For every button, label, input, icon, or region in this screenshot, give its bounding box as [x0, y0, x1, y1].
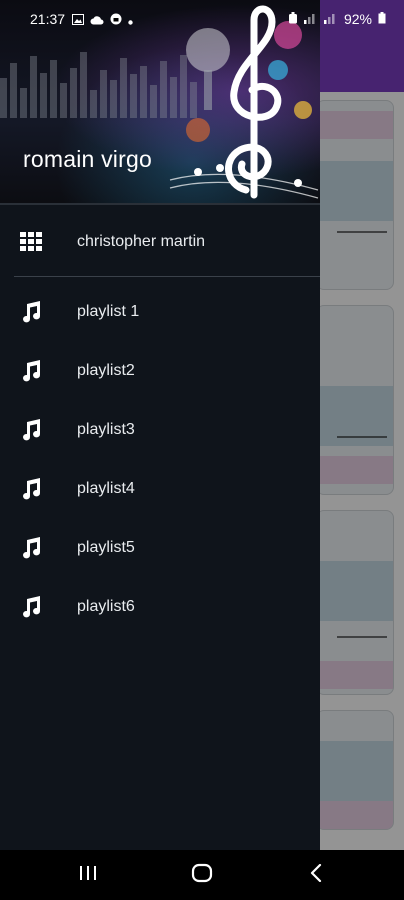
back-button[interactable] — [302, 862, 330, 888]
status-notification-icons — [72, 12, 133, 28]
status-bar: 21:37 92% — [0, 0, 404, 40]
battery-text: 92% — [343, 11, 372, 27]
menu-item-label: playlist5 — [77, 539, 135, 556]
music-note-icon — [19, 300, 43, 324]
music-note-icon — [19, 418, 43, 442]
menu-item-playlist-6[interactable]: playlist6 — [0, 579, 320, 635]
status-time: 21:37 — [30, 11, 66, 27]
back-icon — [310, 863, 322, 887]
image-icon — [72, 12, 84, 28]
menu-item-label: playlist6 — [77, 598, 135, 615]
music-note-icon — [19, 477, 43, 501]
signal-icon — [323, 11, 338, 27]
music-note-icon — [19, 595, 43, 619]
home-icon — [191, 863, 213, 888]
music-note-icon — [19, 536, 43, 560]
menu-item-christopher-martin[interactable]: christopher martin — [0, 214, 320, 270]
battery-icon — [378, 11, 386, 27]
menu-item-label: playlist3 — [77, 421, 135, 438]
menu-item-playlist-1[interactable]: playlist 1 — [0, 284, 320, 340]
music-note-icon — [19, 359, 43, 383]
status-system-icons: 92% — [288, 11, 386, 27]
menu-item-playlist-4[interactable]: playlist4 — [0, 461, 320, 517]
navigation-drawer: romain virgo christopher martin playlist… — [0, 0, 320, 850]
signal-icon — [303, 11, 318, 27]
screen: romain virgo christopher martin playlist… — [0, 0, 404, 900]
menu-divider — [14, 276, 320, 277]
menu-item-label: playlist2 — [77, 362, 135, 379]
menu-item-playlist-5[interactable]: playlist5 — [0, 520, 320, 576]
grid-icon — [19, 230, 43, 254]
vpn-icon — [110, 12, 122, 28]
dot-icon — [128, 12, 133, 28]
system-navigation-bar — [0, 850, 404, 900]
menu-item-playlist-2[interactable]: playlist2 — [0, 343, 320, 399]
menu-item-label: playlist 1 — [77, 303, 140, 320]
alarm-icon — [288, 11, 298, 27]
recents-button[interactable] — [74, 862, 102, 888]
home-button[interactable] — [188, 862, 216, 888]
menu-item-playlist-3[interactable]: playlist3 — [0, 402, 320, 458]
recents-icon — [79, 865, 97, 886]
menu-item-label: playlist4 — [77, 480, 135, 497]
menu-item-label: christopher martin — [77, 233, 206, 250]
drawer-header-title: romain virgo — [23, 146, 152, 172]
cloud-icon — [90, 12, 104, 28]
header-divider — [0, 203, 320, 205]
